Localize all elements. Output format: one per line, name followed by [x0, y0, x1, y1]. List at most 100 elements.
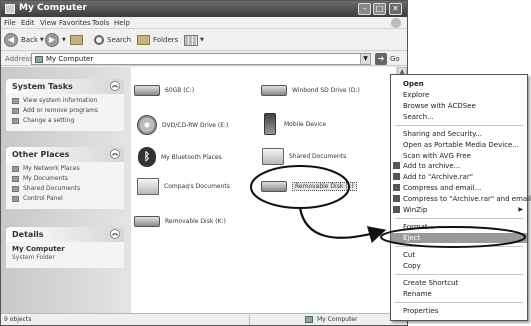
menu-favorites[interactable]: Favorites	[59, 19, 91, 27]
drives-list: 60GB (C:) Winbond SD Drive (D:) DVD/CD-R…	[131, 67, 396, 313]
menu-file[interactable]: File	[4, 19, 16, 27]
task-link-label: View system information	[23, 97, 98, 104]
search-label: Search	[107, 36, 132, 44]
menu-item-properties[interactable]: Properties	[391, 306, 527, 316]
menu-item-compress-rar-email[interactable]: Compress to "Archive.rar" and email	[391, 194, 531, 204]
drive-item-selected[interactable]: Removable Disk (J:)	[261, 181, 357, 192]
control-panel-icon	[12, 195, 19, 202]
menu-edit[interactable]: Edit	[21, 19, 35, 27]
details-panel: Details ︽ My Computer System Folder	[6, 227, 124, 268]
place-link[interactable]: My Documents	[12, 175, 119, 182]
place-link[interactable]: Shared Documents	[12, 185, 119, 192]
menu-item-rename[interactable]: Rename	[391, 289, 527, 299]
drive-item[interactable]: Shared Documents	[262, 148, 346, 165]
details-description: System Folder	[12, 254, 55, 261]
menu-item-open-portable[interactable]: Open as Portable Media Device...	[391, 140, 527, 150]
other-places-title: Other Places	[12, 150, 70, 159]
task-pane: System Tasks ︽ View system information A…	[1, 67, 131, 313]
menu-item-label: Add to archive...	[403, 162, 461, 170]
collapse-icon[interactable]: ︽	[110, 149, 120, 159]
place-link-label: My Network Places	[23, 165, 80, 172]
back-label: Back	[21, 36, 38, 44]
system-tasks-header[interactable]: System Tasks ︽	[6, 79, 124, 94]
removable-disk-icon	[261, 181, 287, 192]
menu-separator	[395, 218, 523, 219]
title-bar[interactable]: My Computer – □ ✕	[1, 1, 407, 17]
address-input[interactable]: My Computer ▼	[31, 53, 371, 65]
network-places-icon	[12, 165, 19, 172]
menu-item-search[interactable]: Search...	[391, 112, 527, 122]
menu-item-add-archive[interactable]: Add to archive...	[391, 161, 527, 171]
maximize-button[interactable]: □	[373, 3, 386, 15]
task-link[interactable]: Add or remove programs	[12, 107, 119, 114]
menu-tools[interactable]: Tools	[92, 19, 109, 27]
place-link-label: Control Panel	[23, 195, 63, 202]
minimize-button[interactable]: –	[358, 3, 371, 15]
menu-item-compress-email[interactable]: Compress and email...	[391, 183, 527, 193]
menu-item-sharing[interactable]: Sharing and Security...	[391, 129, 527, 139]
folders-label: Folders	[153, 36, 179, 44]
winzip-icon	[393, 206, 400, 213]
go-button[interactable]: Go	[390, 55, 400, 63]
collapse-icon[interactable]: ︽	[110, 229, 120, 239]
search-button[interactable]: Search	[94, 32, 131, 48]
removable-disk-icon	[134, 216, 160, 227]
menu-item-scan-avg[interactable]: Scan with AVG Free	[391, 151, 527, 161]
drive-label: DVD/CD-RW Drive (E:)	[162, 121, 229, 129]
forward-button[interactable]: ▶ ▼	[45, 32, 66, 48]
hard-drive-icon	[261, 85, 287, 96]
menu-item-copy[interactable]: Copy	[391, 261, 527, 271]
drive-item[interactable]: DVD/CD-RW Drive (E:)	[137, 115, 228, 135]
task-link-label: Change a setting	[23, 117, 75, 124]
drive-label: Mobile Device	[284, 120, 327, 128]
drive-label: Removable Disk (K:)	[165, 218, 226, 225]
menu-item-cut[interactable]: Cut	[391, 250, 527, 260]
back-button[interactable]: ◀ Back ▼	[4, 32, 44, 48]
task-link[interactable]: View system information	[12, 97, 119, 104]
other-places-header[interactable]: Other Places ︽	[6, 147, 124, 162]
folders-button[interactable]: Folders	[137, 32, 178, 48]
object-count: 9 objects	[4, 316, 32, 323]
drive-item[interactable]: ᛒ My Bluetooth Places	[138, 147, 222, 167]
drive-item[interactable]: Compaq's Documents	[137, 178, 230, 195]
menu-item-eject[interactable]: Eject	[391, 233, 527, 243]
go-arrow-icon[interactable]: ➔	[375, 53, 387, 65]
folder-icon	[262, 148, 284, 165]
hard-drive-icon	[134, 85, 160, 96]
status-divider	[249, 315, 250, 325]
search-icon	[94, 35, 104, 45]
add-remove-programs-icon	[12, 107, 19, 114]
menu-separator	[395, 246, 523, 247]
menu-item-explore[interactable]: Explore	[391, 90, 527, 100]
menu-item-label: Add to "Archive.rar"	[403, 173, 473, 181]
close-button[interactable]: ✕	[389, 3, 402, 15]
details-header[interactable]: Details ︽	[6, 227, 124, 242]
place-link[interactable]: Control Panel	[12, 195, 119, 202]
menu-item-add-archive-rar[interactable]: Add to "Archive.rar"	[391, 172, 527, 182]
menu-item-browse-acdsee[interactable]: Browse with ACDSee	[391, 101, 527, 111]
drive-item[interactable]: Winbond SD Drive (D:)	[261, 85, 360, 96]
up-button[interactable]	[70, 32, 86, 48]
task-link[interactable]: Change a setting	[12, 117, 119, 124]
menu-item-format[interactable]: Format...	[391, 222, 527, 232]
my-computer-window: My Computer – □ ✕ File Edit View Favorit…	[0, 0, 408, 326]
drive-item[interactable]: Mobile Device	[261, 113, 326, 135]
place-link[interactable]: My Network Places	[12, 165, 119, 172]
menu-item-label: Compress and email...	[403, 184, 482, 192]
menu-separator	[395, 125, 523, 126]
drive-item[interactable]: 60GB (C:)	[134, 85, 194, 96]
menu-help[interactable]: Help	[114, 19, 130, 27]
collapse-icon[interactable]: ︽	[110, 81, 120, 91]
toolbar: ◀ Back ▼ ▶ ▼ Search Folders ▼	[1, 29, 407, 51]
menu-view[interactable]: View	[40, 19, 57, 27]
menu-item-open[interactable]: Open	[391, 79, 527, 89]
menu-item-winzip[interactable]: WinZip ▶	[391, 205, 527, 215]
views-button[interactable]: ▼	[184, 32, 204, 48]
chevron-down-icon[interactable]: ▼	[360, 54, 370, 64]
drive-label: 60GB (C:)	[165, 87, 195, 94]
menu-bar: File Edit View Favorites Tools Help	[1, 17, 407, 29]
details-name: My Computer	[12, 245, 65, 253]
menu-item-create-shortcut[interactable]: Create Shortcut	[391, 278, 527, 288]
archive-icon	[393, 195, 400, 202]
drive-item[interactable]: Removable Disk (K:)	[134, 216, 226, 227]
